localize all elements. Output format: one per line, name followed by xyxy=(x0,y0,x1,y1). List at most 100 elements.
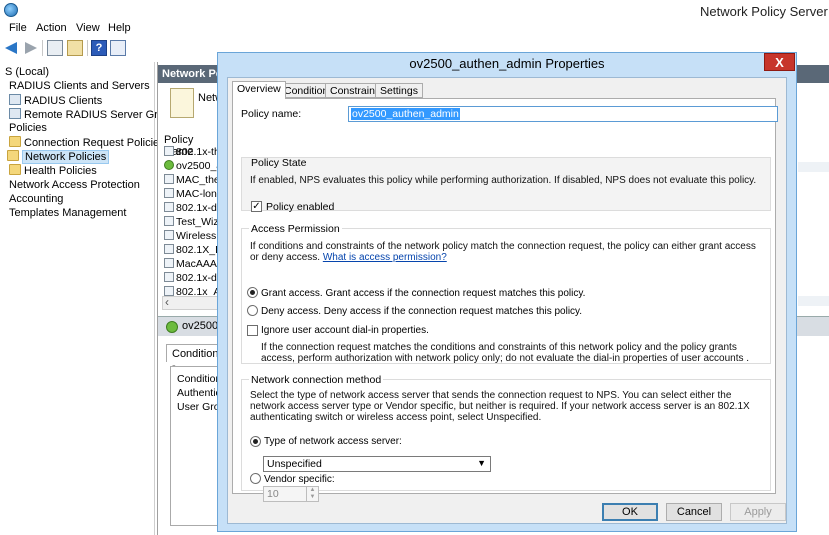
folder-icon xyxy=(9,164,21,175)
list-row-stripe xyxy=(798,296,829,306)
policy-icon xyxy=(164,258,174,268)
ignore-dial-in-label: Ignore user account dial-in properties. xyxy=(261,325,429,336)
nps-app-icon xyxy=(4,3,18,17)
tree-item-policies[interactable]: Policies xyxy=(9,122,47,134)
properties-icon[interactable] xyxy=(110,40,126,56)
tree-item-label: RADIUS Clients xyxy=(24,95,103,107)
access-permission-title: Access Permission xyxy=(249,223,342,235)
cancel-button[interactable]: Cancel xyxy=(666,503,722,521)
policy-name-label: Policy name: xyxy=(241,108,302,120)
folder-icon xyxy=(9,136,21,147)
conditions-list: Condition Authentica User Group xyxy=(170,366,224,526)
menu-bar: File Action View Help xyxy=(0,21,829,37)
access-permission-description: If conditions and constraints of the net… xyxy=(250,241,760,263)
policy-icon xyxy=(164,146,174,156)
main-titlebar: Network Policy Server xyxy=(0,0,829,22)
overview-tab-page: Policy name: ov2500_authen_admin Policy … xyxy=(232,98,778,502)
network-connection-title: Network connection method xyxy=(249,374,384,386)
tab-settings[interactable]: Settings xyxy=(375,83,423,98)
ignore-dial-in-description: If the connection request matches the co… xyxy=(261,342,750,364)
tree-item-label: Templates Management xyxy=(9,207,127,219)
network-connection-description: Select the type of network access server… xyxy=(250,390,750,423)
vendor-specific-label: Vendor specific: xyxy=(264,474,335,485)
list-item-label: MacAAA xyxy=(176,258,217,270)
properties-dialog: ov2500_authen_admin Properties X Overvie… xyxy=(217,52,797,532)
nas-type-select[interactable]: Unspecified ▼ xyxy=(263,456,491,472)
menu-help[interactable]: Help xyxy=(108,22,131,34)
tree-item-remote-radius-groups[interactable]: Remote RADIUS Server Groups xyxy=(9,108,182,121)
policy-icon xyxy=(164,202,174,212)
tree-root[interactable]: S (Local) xyxy=(5,66,49,78)
deny-access-radio[interactable] xyxy=(247,305,258,316)
policy-icon xyxy=(164,216,174,226)
policy-enabled-icon xyxy=(166,321,178,333)
policy-icon xyxy=(164,188,174,198)
tab-conditions-detail[interactable]: Conditions - xyxy=(166,344,224,372)
policy-name-value: ov2500_authen_admin xyxy=(351,108,460,120)
tree-item-nap[interactable]: Network Access Protection xyxy=(9,179,140,191)
deny-access-label: Deny access. Deny access if the connecti… xyxy=(261,306,583,317)
policy-enabled-label: Policy enabled xyxy=(266,201,335,213)
tree-item-label: Network Access Protection xyxy=(9,179,140,191)
apply-button[interactable]: Apply xyxy=(730,503,786,521)
menu-action[interactable]: Action xyxy=(36,22,67,34)
tree-item-health-policies[interactable]: Health Policies xyxy=(9,164,97,177)
up-folder-icon[interactable] xyxy=(67,40,83,56)
main-window-title: Network Policy Server xyxy=(700,4,828,19)
policy-icon xyxy=(164,230,174,240)
list-item[interactable]: MAC-long xyxy=(164,188,223,200)
tree-item-radius-clients[interactable]: RADIUS Clients xyxy=(9,94,102,107)
tab-overview[interactable]: Overview xyxy=(232,81,286,99)
grant-access-radio[interactable] xyxy=(247,287,258,298)
tree-item-connection-request-policies[interactable]: Connection Request Policies xyxy=(9,136,165,149)
vendor-specific-value: 10 xyxy=(267,488,279,500)
back-arrow-icon[interactable] xyxy=(4,40,20,56)
vendor-specific-radio[interactable] xyxy=(250,473,261,484)
ignore-dial-in-checkbox[interactable] xyxy=(247,325,258,336)
tree-item-network-policies[interactable]: Network Policies xyxy=(7,150,110,164)
nas-type-value: Unspecified xyxy=(267,458,322,470)
policy-icon xyxy=(164,272,174,282)
menu-view[interactable]: View xyxy=(76,22,100,34)
tree-item-accounting[interactable]: Accounting xyxy=(9,193,63,205)
type-nas-label: Type of network access server: xyxy=(264,436,402,447)
tree-item-radius-clients-servers[interactable]: RADIUS Clients and Servers xyxy=(9,80,150,92)
policy-enabled-checkbox[interactable]: ✓ xyxy=(251,201,262,212)
help-icon[interactable]: ? xyxy=(91,40,107,56)
list-item[interactable]: MacAAA xyxy=(164,258,217,270)
close-button[interactable]: X xyxy=(764,53,795,71)
spin-arrows-icon[interactable]: ▲ ▼ xyxy=(306,487,318,501)
console-tree-icon[interactable] xyxy=(47,40,63,56)
tree-item-label: Connection Request Policies xyxy=(24,137,165,149)
monitor-icon xyxy=(9,94,21,105)
server-group-icon xyxy=(9,108,21,119)
tree-item-label: Health Policies xyxy=(24,165,97,177)
tree-item-label: Accounting xyxy=(9,193,64,205)
ok-button[interactable]: OK xyxy=(602,503,658,521)
policy-enabled-icon xyxy=(164,160,174,170)
dialog-body: Overview Conditions Constraints Settings… xyxy=(227,77,787,524)
what-is-access-permission-link[interactable]: What is access permission? xyxy=(323,252,447,263)
console-tree: S (Local) RADIUS Clients and Servers RAD… xyxy=(3,62,182,535)
chevron-down-icon: ▼ xyxy=(477,458,486,468)
toolbar-separator xyxy=(42,40,43,56)
policy-state-description: If enabled, NPS evaluates this policy wh… xyxy=(250,175,757,186)
toolbar-separator xyxy=(87,40,88,56)
list-row-stripe xyxy=(798,162,829,172)
type-nas-radio[interactable] xyxy=(250,436,261,447)
right-list-rows xyxy=(798,162,829,322)
dialog-title: ov2500_authen_admin Properties xyxy=(409,56,605,71)
tree-root-label: S (Local) xyxy=(5,66,50,78)
menu-file[interactable]: File xyxy=(9,22,27,34)
policy-icon xyxy=(164,174,174,184)
tree-item-label-selected: Network Policies xyxy=(22,150,110,164)
forward-arrow-icon[interactable] xyxy=(22,40,38,56)
tree-item-label: RADIUS Clients and Servers xyxy=(9,80,150,92)
tree-item-templates[interactable]: Templates Management xyxy=(9,207,126,219)
vendor-specific-stepper[interactable]: 10 ▲ ▼ xyxy=(263,486,319,502)
document-icon xyxy=(170,88,194,118)
policy-name-input[interactable]: ov2500_authen_admin xyxy=(348,106,778,122)
tree-item-label: Policies xyxy=(9,122,47,134)
horizontal-scrollbar[interactable] xyxy=(162,295,222,310)
policy-state-title: Policy State xyxy=(251,157,307,169)
